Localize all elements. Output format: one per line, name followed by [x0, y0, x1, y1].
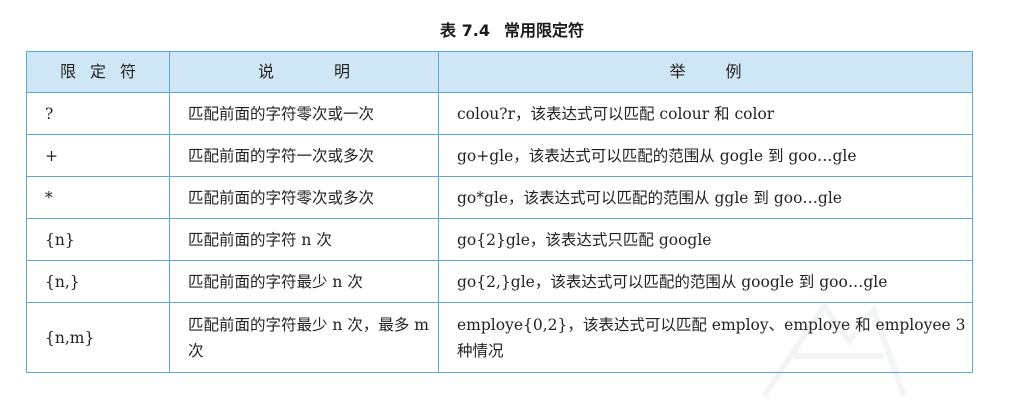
- description-cell: 匹配前面的字符一次或多次: [169, 134, 439, 177]
- table-row: ? 匹配前面的字符零次或一次 colou?r，该表达式可以匹配 colour 和…: [26, 92, 973, 135]
- header-example-label: 举例: [669, 62, 782, 81]
- qualifier-cell: *: [26, 176, 170, 219]
- qualifier-cell: +: [26, 134, 170, 177]
- table-row: + 匹配前面的字符一次或多次 go+gle，该表达式可以匹配的范围从 gogle…: [26, 134, 973, 177]
- watermark-graphic: [761, 300, 907, 398]
- example-cell: go{2}gle，该表达式只匹配 google: [438, 218, 973, 261]
- table-header-row: 限定符 说明 举例: [26, 51, 973, 93]
- qualifier-cell: {n}: [26, 218, 170, 261]
- qualifier-cell: {n,m}: [26, 302, 170, 373]
- header-example: 举例: [438, 51, 973, 93]
- table-number: 表 7.4: [440, 21, 490, 40]
- header-description-label: 说明: [257, 62, 410, 81]
- description-cell: 匹配前面的字符最少 n 次: [169, 260, 439, 303]
- table-row: * 匹配前面的字符零次或多次 go*gle，该表达式可以匹配的范围从 ggle …: [26, 176, 973, 219]
- example-cell: go*gle，该表达式可以匹配的范围从 ggle 到 goo…gle: [438, 176, 973, 219]
- table-title: 常用限定符: [503, 21, 584, 40]
- description-cell: 匹配前面的字符最少 n 次，最多 m 次: [169, 302, 439, 373]
- description-cell: 匹配前面的字符 n 次: [169, 218, 439, 261]
- qualifier-cell: {n,}: [26, 260, 170, 303]
- header-qualifier: 限定符: [26, 51, 170, 93]
- description-cell: 匹配前面的字符零次或一次: [169, 92, 439, 135]
- header-qualifier-label: 限定符: [59, 62, 150, 81]
- qualifier-cell: ?: [26, 92, 170, 135]
- description-cell: 匹配前面的字符零次或多次: [169, 176, 439, 219]
- example-cell: go+gle，该表达式可以匹配的范围从 gogle 到 goo…gle: [438, 134, 973, 177]
- example-cell: colou?r，该表达式可以匹配 colour 和 color: [438, 92, 973, 135]
- header-description: 说明: [169, 51, 439, 93]
- table-row: {n} 匹配前面的字符 n 次 go{2}gle，该表达式只匹配 google: [26, 218, 973, 261]
- table-caption: 表 7.4 常用限定符: [0, 17, 1024, 41]
